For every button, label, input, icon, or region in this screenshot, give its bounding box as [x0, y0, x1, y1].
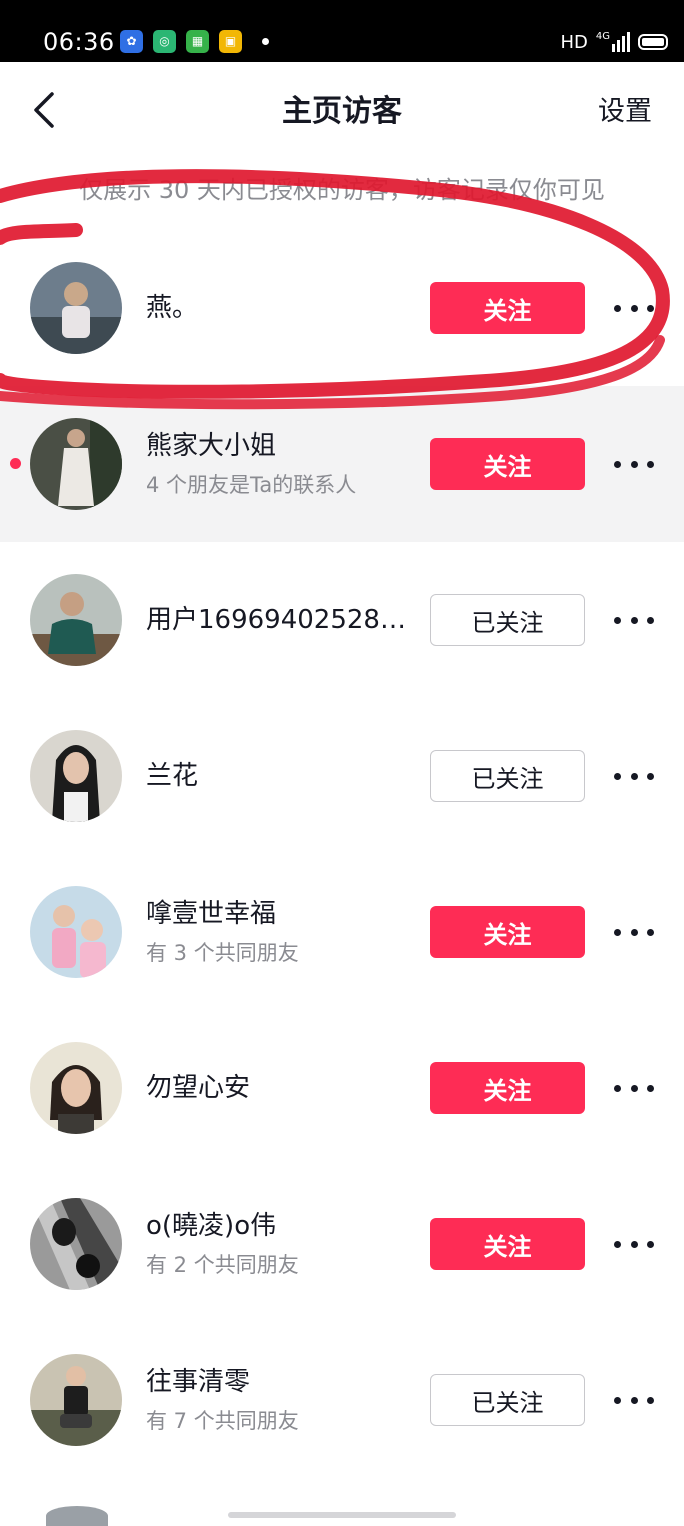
- visitor-name[interactable]: o(曉凌)o伟: [146, 1207, 408, 1245]
- visitor-subtitle: 4 个朋友是Ta的联系人: [146, 473, 357, 497]
- more-options-button[interactable]: [610, 1380, 658, 1420]
- visitor-name[interactable]: 勿望心安: [146, 1069, 408, 1107]
- status-time: 06:36: [43, 28, 115, 56]
- visitor-subtitle: 有 3 个共同朋友: [146, 941, 299, 965]
- visitor-info: 勿望心安: [146, 1010, 408, 1166]
- follow-button[interactable]: 关注: [430, 1062, 585, 1114]
- avatar[interactable]: [46, 1506, 108, 1526]
- visitor-subtitle: 有 7 个共同朋友: [146, 1409, 299, 1433]
- notification-icons: ✿ ◎ ▦ ▣: [120, 29, 269, 53]
- visitor-name[interactable]: 往事清零: [146, 1363, 408, 1401]
- avatar[interactable]: [30, 886, 122, 978]
- visitor-name[interactable]: 兰花: [146, 757, 408, 795]
- status-bar: 06:36 ✿ ◎ ▦ ▣ HD 4G: [0, 0, 684, 62]
- visitor-row[interactable]: 勿望心安 关注: [0, 1010, 684, 1166]
- visitor-subtitle: 有 2 个共同朋友: [146, 1253, 299, 1277]
- visitor-row[interactable]: 往事清零 有 7 个共同朋友 已关注: [0, 1322, 684, 1478]
- avatar[interactable]: [30, 1042, 122, 1134]
- follow-button[interactable]: 关注: [430, 438, 585, 490]
- green-app-icon: ◎: [153, 29, 176, 53]
- visitor-info: 燕。: [146, 230, 408, 386]
- signal-icon: 4G: [596, 32, 630, 52]
- visitor-row[interactable]: 嗱壹世幸福 有 3 个共同朋友 关注: [0, 854, 684, 1010]
- more-options-button[interactable]: [610, 912, 658, 952]
- hd-label: HD: [560, 31, 588, 53]
- avatar[interactable]: [30, 1354, 122, 1446]
- status-indicators: HD 4G: [560, 29, 668, 55]
- visitor-row[interactable]: 燕。 关注: [0, 230, 684, 386]
- visitor-row[interactable]: 用户16969402528… 已关注: [0, 542, 684, 698]
- visitor-info: 兰花: [146, 698, 408, 854]
- wechat-app-icon: ▦: [186, 29, 209, 53]
- home-indicator[interactable]: [228, 1512, 456, 1518]
- more-options-button[interactable]: [610, 756, 658, 796]
- avatar[interactable]: [30, 1198, 122, 1290]
- avatar[interactable]: [30, 574, 122, 666]
- follow-button[interactable]: 关注: [430, 906, 585, 958]
- visitor-info: 嗱壹世幸福 有 3 个共同朋友: [146, 854, 408, 1010]
- baidu-app-icon: ✿: [120, 29, 143, 53]
- visitor-row[interactable]: 熊家大小姐 4 个朋友是Ta的联系人 关注: [0, 386, 684, 542]
- unread-dot: [10, 458, 21, 469]
- more-options-button[interactable]: [610, 444, 658, 484]
- visitor-info: 用户16969402528…: [146, 542, 408, 698]
- more-notifications-icon: [262, 37, 269, 45]
- page-title: 主页访客: [282, 94, 402, 129]
- more-options-button[interactable]: [610, 1068, 658, 1108]
- more-options-button[interactable]: [610, 600, 658, 640]
- follow-button[interactable]: 关注: [430, 282, 585, 334]
- nav-bar: 主页访客 设置: [0, 62, 684, 160]
- visitor-name[interactable]: 燕。: [146, 289, 408, 327]
- visitor-info: o(曉凌)o伟 有 2 个共同朋友: [146, 1166, 408, 1322]
- more-options-button[interactable]: [610, 1224, 658, 1264]
- visitor-name[interactable]: 嗱壹世幸福: [146, 895, 408, 933]
- visitor-notice: 仅展示 30 天内已授权的访客，访客记录仅你可见: [79, 176, 605, 204]
- yellow-app-icon: ▣: [219, 29, 242, 53]
- visitor-list: 燕。 关注 熊家大小姐 4 个朋友是Ta的联系人 关注 用户1696940252…: [0, 230, 684, 1478]
- avatar[interactable]: [30, 418, 122, 510]
- visitor-row[interactable]: o(曉凌)o伟 有 2 个共同朋友 关注: [0, 1166, 684, 1322]
- following-button[interactable]: 已关注: [430, 1374, 585, 1426]
- visitor-row[interactable]: 兰花 已关注: [0, 698, 684, 854]
- visitor-name[interactable]: 用户16969402528…: [146, 601, 408, 639]
- visitor-name[interactable]: 熊家大小姐: [146, 427, 408, 465]
- follow-button[interactable]: 关注: [430, 1218, 585, 1270]
- settings-button[interactable]: 设置: [598, 94, 652, 130]
- signal-type-label: 4G: [595, 31, 610, 42]
- visitor-info: 熊家大小姐 4 个朋友是Ta的联系人: [146, 386, 408, 542]
- avatar[interactable]: [30, 730, 122, 822]
- more-options-button[interactable]: [610, 288, 658, 328]
- following-button[interactable]: 已关注: [430, 750, 585, 802]
- battery-icon: [638, 34, 668, 50]
- following-button[interactable]: 已关注: [430, 594, 585, 646]
- avatar[interactable]: [30, 262, 122, 354]
- visitor-info: 往事清零 有 7 个共同朋友: [146, 1322, 408, 1478]
